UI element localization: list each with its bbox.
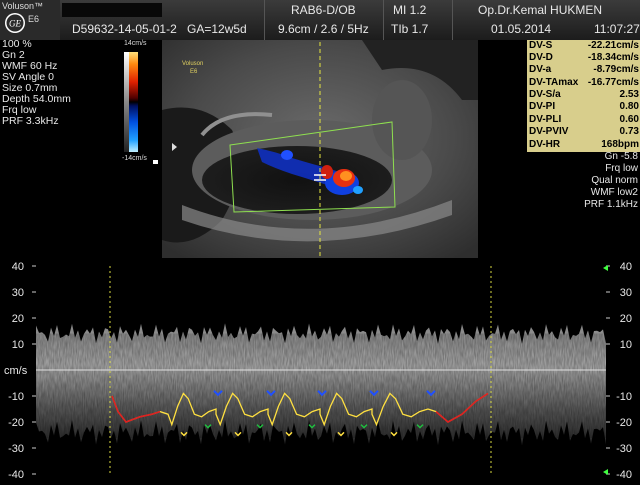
ge-logo-icon: GE <box>5 13 25 33</box>
param-prf: PRF 3.3kHz <box>2 115 59 127</box>
color-velocity-scale <box>124 48 144 158</box>
operator-name: Op.Dr.Kemal HUKMEN <box>478 3 603 17</box>
gestational-age: GA=12w5d <box>187 22 247 36</box>
measurement-row: DV-S/a 2.53 <box>529 89 639 100</box>
ge-logo-text: GE <box>9 19 21 29</box>
measurement-row: DV-PI 0.80 <box>529 101 639 112</box>
axis-tick-label-right: 10 <box>620 339 632 351</box>
measurement-row: DV-PVIV 0.73 <box>529 126 639 137</box>
axis-tick-label-left: 20 <box>12 313 24 325</box>
header-bar: Voluson™ GE E6 D59632-14-05-01-2 GA=12w5… <box>0 0 640 40</box>
axis-tick-label-left: 40 <box>12 261 24 273</box>
b-mode-image[interactable]: Voluson E6 <box>162 40 478 258</box>
spectral-axes: 40 40 30 30 20 20 10 10 -10 -10 -20 -20 -30 -30 -40 -40… <box>4 261 632 481</box>
axis-tick-label-right: -30 <box>616 443 632 455</box>
probe-mode: RAB6-D/OB <box>291 3 356 17</box>
header-divider <box>452 0 453 40</box>
patient-name-redacted <box>62 3 162 17</box>
doppler-parameters: 100 % Gn 2 WMF 60 Hz SV Angle 0 Size 0.7… <box>2 39 71 127</box>
ultrasound-image-svg: Voluson E6 <box>162 40 478 258</box>
focus-marker-icon <box>172 143 177 151</box>
color-scale-top-label: 14cm/s <box>124 40 147 47</box>
depth-frequency: 9.6cm / 2.6 / 5Hz <box>278 22 369 36</box>
param-quality: Qual norm <box>591 175 638 186</box>
axis-tick-label-left: -20 <box>8 417 24 429</box>
axis-tick-label-left: 10 <box>12 339 24 351</box>
mechanical-index: MI 1.2 <box>393 3 427 17</box>
watermark-model: E6 <box>190 69 198 75</box>
axis-unit-label: cm/s <box>4 365 28 377</box>
axis-tick-label-left: 30 <box>12 287 24 299</box>
header-divider <box>383 0 384 40</box>
patient-id: D59632-14-05-01-2 <box>72 22 177 36</box>
axis-tick-label-right: 40 <box>620 261 632 273</box>
header-divider <box>264 0 265 40</box>
watermark-brand: Voluson <box>182 61 203 67</box>
measurement-row: DV-PLI 0.60 <box>529 114 639 125</box>
axis-tick-label-right: 30 <box>620 287 632 299</box>
brand-block: Voluson™ GE E6 <box>0 0 60 40</box>
measurement-row: DV-D -18.34cm/s <box>529 52 639 63</box>
param-prf-pw: PRF 1.1kHz <box>584 199 638 210</box>
spectral-envelope <box>36 323 606 446</box>
exam-time: 11:07:27 <box>594 22 640 36</box>
measurement-row: DV-S -22.21cm/s <box>529 40 639 51</box>
scale-bottom-marker-icon <box>603 469 608 475</box>
param-gain-pw: Gn -5.8 <box>604 151 638 162</box>
grey-scale-strip <box>124 52 129 152</box>
brand-model: E6 <box>28 14 40 24</box>
axis-tick-label-left: -40 <box>8 469 24 480</box>
spectral-waveform-svg: 40 40 30 30 20 20 10 10 -10 -10 -20 -20 -30 -30 -40 -40… <box>4 261 632 481</box>
measurement-row: DV-HR 168bpm <box>529 139 639 150</box>
baseline-marker <box>153 160 158 164</box>
axis-tick-label-left: -10 <box>8 391 24 403</box>
axis-tick-label-left: -30 <box>8 443 24 455</box>
spectral-parameters: Gn -5.8 Frq low Qual norm WMF low2 PRF 1… <box>560 151 638 211</box>
axis-tick-label-right: -40 <box>616 469 632 480</box>
measurement-row: DV-a -8.79cm/s <box>529 64 639 75</box>
axis-tick-label-right: -20 <box>616 417 632 429</box>
brand-name: Voluson™ <box>2 1 44 11</box>
spectral-doppler-display[interactable]: 40 40 30 30 20 20 10 10 -10 -10 -20 -20 -30 -30 -40 -40… <box>0 258 640 481</box>
thermal-index: TIb 1.7 <box>391 22 429 36</box>
axis-tick-label-right: -10 <box>616 391 632 403</box>
scale-top-marker-icon <box>603 265 608 271</box>
color-scale-bottom-label: -14cm/s <box>122 155 147 162</box>
spectral-noise <box>36 333 606 438</box>
axis-tick-label-right: 20 <box>620 313 632 325</box>
param-frequency-pw: Frq low <box>605 163 638 174</box>
exam-date: 01.05.2014 <box>491 22 552 36</box>
param-wmf-pw: WMF low2 <box>590 187 638 198</box>
measurement-panel: DV-S -22.21cm/s DV-D -18.34cm/s DV-a -8.79c… <box>527 40 640 152</box>
measurement-row: DV-TAmax -16.77cm/s <box>529 77 639 88</box>
